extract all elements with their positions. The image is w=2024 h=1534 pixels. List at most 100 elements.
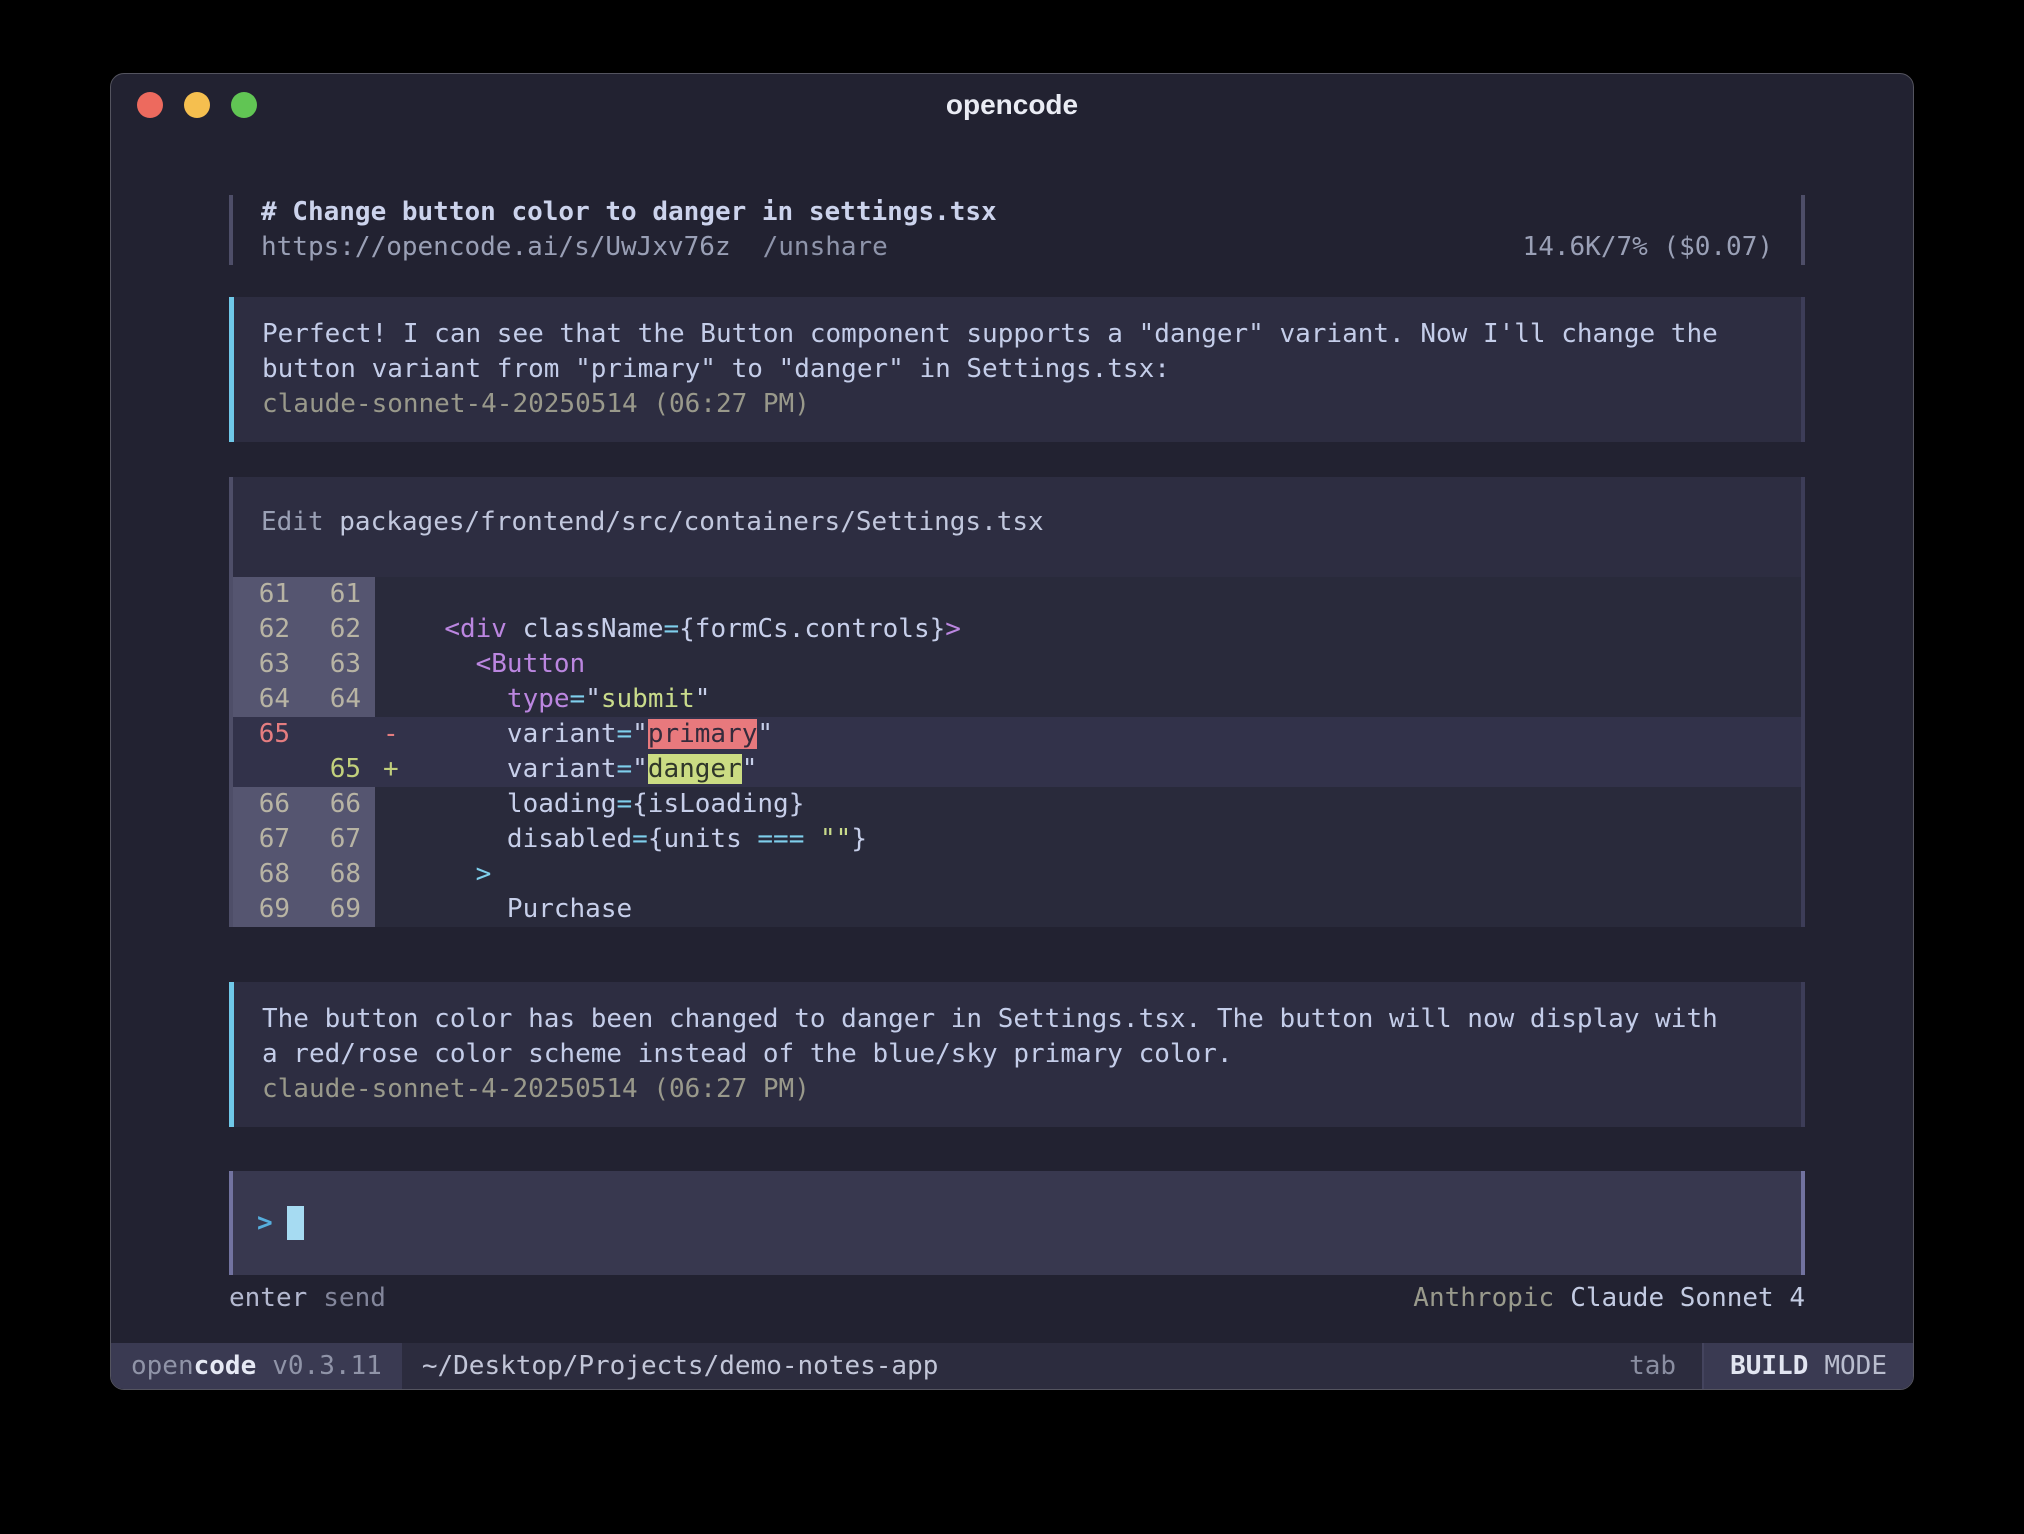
- code-segment: =: [617, 754, 633, 784]
- code-segment: }: [851, 824, 867, 854]
- diff-code-line: loading={isLoading}: [413, 787, 804, 822]
- token-cost-stats: 14.6K/7% ($0.07): [1523, 230, 1773, 265]
- diff-line-number-old: 61: [233, 577, 304, 612]
- enter-key-hint: enter: [229, 1281, 307, 1316]
- mode-name: BUILD: [1730, 1351, 1808, 1381]
- code-segment: danger: [648, 754, 742, 784]
- diff-code-line: Purchase: [413, 892, 632, 927]
- diff-marker: [375, 787, 413, 822]
- diff-line-number-old: 69: [233, 892, 304, 927]
- diff-row: 6969 Purchase: [233, 892, 1801, 927]
- diff-marker: [375, 682, 413, 717]
- code-segment: =: [617, 789, 633, 819]
- edit-tool-block: Edit packages/frontend/src/containers/Se…: [229, 477, 1805, 927]
- code-segment: [413, 614, 444, 644]
- code-segment: ": [585, 684, 601, 714]
- code-segment: [413, 859, 476, 889]
- diff-line-number-old: 68: [233, 857, 304, 892]
- diff-code-line: >: [413, 857, 491, 892]
- code-segment: ": [632, 719, 648, 749]
- edit-tool-label: Edit: [261, 507, 339, 537]
- app-name-code: code: [194, 1351, 257, 1381]
- diff-marker: -: [375, 717, 413, 752]
- maximize-button[interactable]: [231, 92, 257, 118]
- diff-marker: [375, 577, 413, 612]
- diff-row: 6868 >: [233, 857, 1801, 892]
- diff-line-number-old: 67: [233, 822, 304, 857]
- diff-line-number-new: [304, 717, 375, 752]
- message-text-line: The button color has been changed to dan…: [262, 1002, 1773, 1037]
- code-segment: >: [945, 614, 961, 644]
- minimize-button[interactable]: [184, 92, 210, 118]
- share-url: https://opencode.ai/s/UwJxv76z: [261, 230, 731, 265]
- diff-code-line: <Button: [413, 647, 585, 682]
- diff-marker: +: [375, 752, 413, 787]
- diff-line-number-new: 63: [304, 647, 375, 682]
- edit-file-path: packages/frontend/src/containers/Setting…: [339, 507, 1043, 537]
- diff-marker: [375, 857, 413, 892]
- diff-code-line: variant="danger": [413, 752, 757, 787]
- model-name: Claude Sonnet 4: [1570, 1281, 1805, 1316]
- window-title: opencode: [946, 89, 1078, 121]
- diff-line-number-new: 64: [304, 682, 375, 717]
- diff-code-line: variant="primary": [413, 717, 773, 752]
- code-segment: [413, 684, 507, 714]
- code-segment: =: [617, 719, 633, 749]
- code-segment: className: [507, 614, 664, 644]
- mode-suffix: MODE: [1824, 1351, 1887, 1381]
- app-version-chip: opencode v0.3.11: [111, 1343, 402, 1389]
- diff-line-number-old: 66: [233, 787, 304, 822]
- mode-chip: BUILD MODE: [1702, 1343, 1913, 1389]
- diff-line-number-new: 66: [304, 787, 375, 822]
- code-segment: submit: [601, 684, 695, 714]
- diff-line-number-old: 62: [233, 612, 304, 647]
- tab-key-hint: tab: [1603, 1343, 1702, 1389]
- titlebar: opencode: [111, 74, 1913, 136]
- close-button[interactable]: [137, 92, 163, 118]
- code-segment: =: [632, 824, 648, 854]
- diff-code-line: disabled={units === ""}: [413, 822, 867, 857]
- diff-line-number-new: 69: [304, 892, 375, 927]
- edit-header: Edit packages/frontend/src/containers/Se…: [233, 505, 1801, 540]
- text-cursor: [287, 1206, 304, 1240]
- diff-row: 6666 loading={isLoading}: [233, 787, 1801, 822]
- code-segment: variant: [413, 754, 617, 784]
- assistant-message: The button color has been changed to dan…: [229, 982, 1805, 1127]
- code-segment: [413, 649, 476, 679]
- diff-row: 6161: [233, 577, 1801, 612]
- code-segment: loading: [413, 789, 617, 819]
- code-segment: type: [507, 684, 570, 714]
- diff-marker: [375, 822, 413, 857]
- code-segment: "": [820, 824, 851, 854]
- diff-line-number-old: 65: [233, 717, 304, 752]
- app-name-open: open: [131, 1351, 194, 1381]
- diff-line-number-new: 61: [304, 577, 375, 612]
- assistant-message: Perfect! I can see that the Button compo…: [229, 297, 1805, 442]
- diff-line-number-new: 68: [304, 857, 375, 892]
- working-directory: ~/Desktop/Projects/demo-notes-app: [422, 1343, 939, 1389]
- code-segment: <div: [444, 614, 507, 644]
- prompt-symbol: >: [257, 1206, 273, 1241]
- code-segment: disabled: [413, 824, 632, 854]
- send-hint-label: send: [323, 1281, 386, 1316]
- diff-line-number-new: 67: [304, 822, 375, 857]
- session-title: # Change button color to danger in setti…: [261, 195, 1773, 230]
- diff-line-number-new: 65: [304, 752, 375, 787]
- diff-row: 6767 disabled={units === ""}: [233, 822, 1801, 857]
- code-segment: ": [757, 719, 773, 749]
- diff-line-number-old: 63: [233, 647, 304, 682]
- diff-code-line: <div className={formCs.controls}>: [413, 612, 961, 647]
- code-segment: {units: [648, 824, 758, 854]
- code-segment: primary: [648, 719, 758, 749]
- message-meta: claude-sonnet-4-20250514 (06:27 PM): [262, 1072, 1773, 1107]
- code-segment: ": [695, 684, 711, 714]
- code-segment: [804, 824, 820, 854]
- message-meta: claude-sonnet-4-20250514 (06:27 PM): [262, 387, 1773, 422]
- code-segment: =: [663, 614, 679, 644]
- diff-marker: [375, 612, 413, 647]
- diff-row: 6262 <div className={formCs.controls}>: [233, 612, 1801, 647]
- diff-code-line: type="submit": [413, 682, 710, 717]
- prompt-input[interactable]: >: [229, 1171, 1805, 1275]
- app-version: v0.3.11: [272, 1351, 382, 1381]
- code-segment: =: [570, 684, 586, 714]
